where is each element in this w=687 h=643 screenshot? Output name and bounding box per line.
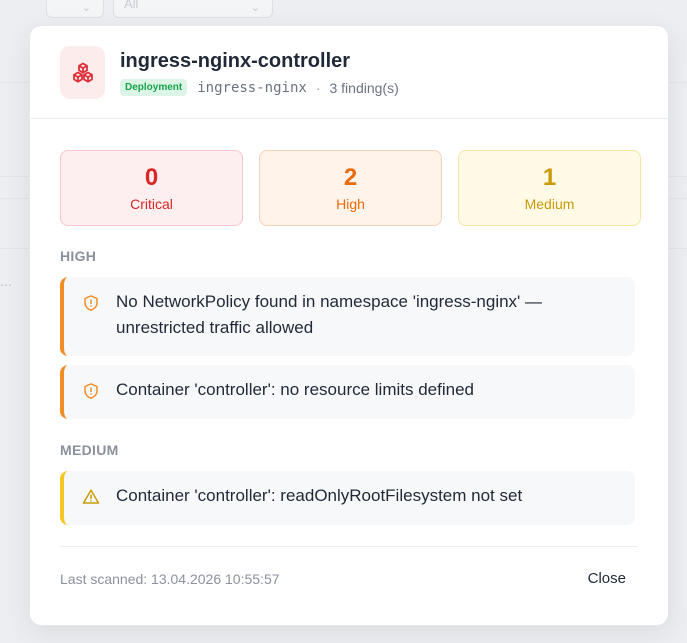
critical-summary-card: 0 Critical [60,150,243,226]
finding-text: Container 'controller': readOnlyRootFile… [116,486,523,505]
footer-divider [60,546,638,547]
finding-text: No NetworkPolicy found in namespace 'ing… [116,292,543,337]
kind-badge: Deployment [120,79,188,96]
workload-meta: Deployment ingress-nginx · 3 finding(s) [120,79,399,96]
dialog-header: ingress-nginx-controller Deployment ingr… [30,26,668,119]
medium-label: Medium [524,196,575,212]
high-label: High [336,196,365,212]
critical-label: Critical [130,196,173,212]
workload-findings-dialog: ingress-nginx-controller Deployment ingr… [29,25,669,626]
medium-section-heading: MEDIUM [60,442,119,458]
finding-item[interactable]: Container 'controller': no resource limi… [60,365,635,419]
background-select-1: ⌄ [46,0,104,18]
warning-triangle-icon [82,489,100,504]
high-count: 2 [343,164,358,191]
chevron-down-icon: ⌄ [81,2,91,14]
background-select-2: All ⌄ [113,0,273,18]
high-section-heading: HIGH [60,248,97,264]
finding-text: Container 'controller': no resource limi… [116,380,474,399]
cubes-icon [60,46,105,99]
shield-alert-icon [84,383,98,399]
finding-item[interactable]: No NetworkPolicy found in namespace 'ing… [60,277,635,356]
medium-count: 1 [542,164,557,191]
dialog-title: ingress-nginx-controller [120,50,351,72]
high-summary-card: 2 High [259,150,442,226]
last-scanned-label: Last scanned: 13.04.2026 10:55:57 [60,571,280,587]
chevron-down-icon: ⌄ [250,2,260,14]
namespace-label: ingress-nginx [197,79,307,96]
more-dots-icon: ⋯ [0,278,13,292]
medium-summary-card: 1 Medium [458,150,641,226]
close-button[interactable]: Close [576,562,638,595]
meta-separator: · [315,79,321,96]
findings-count: 3 finding(s) [329,79,399,96]
finding-item[interactable]: Container 'controller': readOnlyRootFile… [60,471,635,525]
critical-count: 0 [144,164,159,191]
severity-summary: 0 Critical 2 High 1 Medium [60,150,641,226]
background-select-value: All [124,0,139,11]
shield-alert-icon [84,295,98,311]
